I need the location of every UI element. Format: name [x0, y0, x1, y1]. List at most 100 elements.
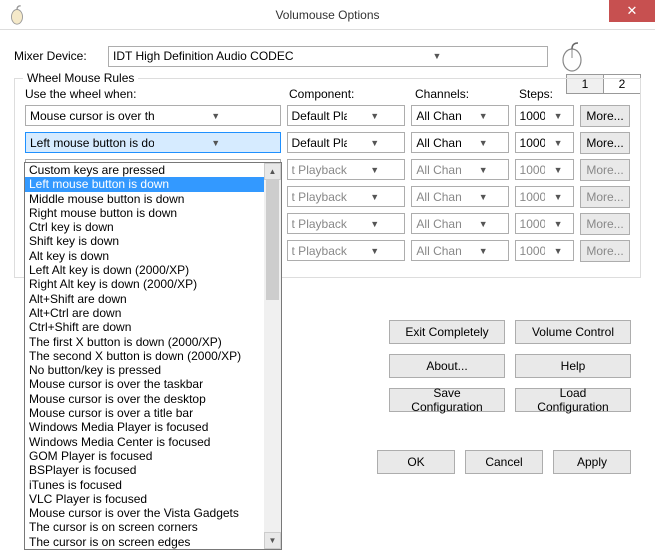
apply-button[interactable]: Apply	[553, 450, 631, 474]
steps-combo[interactable]: 1000▼	[515, 132, 574, 153]
help-button[interactable]: Help	[515, 354, 631, 378]
chevron-down-icon: ▼	[461, 246, 506, 256]
scroll-up-icon[interactable]: ▲	[264, 163, 281, 180]
more-button[interactable]: More...	[580, 105, 630, 127]
chevron-down-icon: ▼	[545, 138, 571, 148]
dropdown-item[interactable]: The cursor is on screen corners	[25, 520, 264, 534]
dropdown-item[interactable]: Left Alt key is down (2000/XP)	[25, 263, 264, 277]
steps-combo[interactable]: 1000▼	[515, 186, 574, 207]
combo-value: 1000	[520, 190, 546, 204]
dropdown-item[interactable]: BSPlayer is focused	[25, 463, 264, 477]
dropdown-item[interactable]: Alt+Ctrl are down	[25, 306, 264, 320]
dropdown-item[interactable]: VLC Player is focused	[25, 492, 264, 506]
volume-control-button[interactable]: Volume Control	[515, 320, 631, 344]
dropdown-item[interactable]: The cursor is on screen edges	[25, 535, 264, 549]
chevron-down-icon: ▼	[329, 51, 545, 61]
combo-value: 1000	[520, 109, 546, 123]
more-button[interactable]: More...	[580, 240, 630, 262]
header-channels: Channels:	[415, 87, 513, 101]
fieldset-label: Wheel Mouse Rules	[23, 71, 138, 85]
steps-combo[interactable]: 1000▼	[515, 159, 574, 180]
combo-value: t Playback	[292, 163, 347, 177]
dropdown-item[interactable]: Windows Media Center is focused	[25, 435, 264, 449]
about-button[interactable]: About...	[389, 354, 505, 378]
component-combo[interactable]: Default Playback▼	[287, 132, 406, 153]
combo-value: Left mouse button is down	[30, 136, 154, 150]
close-button[interactable]: ✕	[609, 0, 655, 22]
steps-combo[interactable]: 1000▼	[515, 213, 574, 234]
dropdown-item[interactable]: Middle mouse button is down	[25, 192, 264, 206]
component-combo[interactable]: t Playback▼	[287, 186, 406, 207]
channels-combo[interactable]: All Channels▼	[411, 132, 508, 153]
dropdown-scrollbar[interactable]: ▲ ▼	[264, 163, 281, 549]
dropdown-item[interactable]: Mouse cursor is over the Vista Gadgets	[25, 506, 264, 520]
wheel-condition-combo[interactable]: Mouse cursor is over the taskbar▼	[25, 105, 281, 126]
dropdown-item[interactable]: Mouse cursor is over a title bar	[25, 406, 264, 420]
app-icon	[6, 4, 28, 26]
channels-combo[interactable]: All Channels▼	[411, 240, 508, 261]
titlebar: Volumouse Options ✕	[0, 0, 655, 30]
footer-buttons: OK Cancel Apply	[377, 450, 631, 474]
dropdown-item[interactable]: Alt+Shift are down	[25, 292, 264, 306]
dropdown-item[interactable]: Use hot-keys instead of mouse wheel	[25, 549, 264, 550]
more-button[interactable]: More...	[580, 159, 630, 181]
scroll-down-icon[interactable]: ▼	[264, 532, 281, 549]
component-combo[interactable]: Default Playback▼	[287, 105, 406, 126]
channels-combo[interactable]: All Channels▼	[411, 105, 508, 126]
ok-button[interactable]: OK	[377, 450, 455, 474]
chevron-down-icon: ▼	[347, 219, 402, 229]
dropdown-item[interactable]: Alt key is down	[25, 249, 264, 263]
dropdown-item[interactable]: Windows Media Player is focused	[25, 420, 264, 434]
combo-value: All Channels	[416, 190, 461, 204]
dropdown-item[interactable]: GOM Player is focused	[25, 449, 264, 463]
combo-value: 1000	[520, 217, 546, 231]
component-combo[interactable]: t Playback▼	[287, 159, 406, 180]
dropdown-item[interactable]: Shift key is down	[25, 234, 264, 248]
combo-value: 1000	[520, 163, 546, 177]
dropdown-item[interactable]: Mouse cursor is over the desktop	[25, 392, 264, 406]
cancel-button[interactable]: Cancel	[465, 450, 543, 474]
dropdown-item[interactable]: Left mouse button is down	[25, 177, 264, 191]
dropdown-item[interactable]: Right mouse button is down	[25, 206, 264, 220]
steps-combo[interactable]: 1000▼	[515, 105, 574, 126]
dropdown-item[interactable]: Mouse cursor is over the taskbar	[25, 377, 264, 391]
combo-value: All Channels	[416, 109, 461, 123]
rule-row: Mouse cursor is over the taskbar▼ Default…	[25, 105, 630, 127]
dropdown-item[interactable]: iTunes is focused	[25, 478, 264, 492]
dropdown-item[interactable]: The second X button is down (2000/XP)	[25, 349, 264, 363]
mixer-label: Mixer Device:	[14, 49, 100, 63]
exit-button[interactable]: Exit Completely	[389, 320, 505, 344]
dropdown-item[interactable]: No button/key is pressed	[25, 363, 264, 377]
header-wheel: Use the wheel when:	[25, 87, 283, 101]
chevron-down-icon: ▼	[545, 219, 571, 229]
dropdown-item[interactable]: Ctrl key is down	[25, 220, 264, 234]
dropdown-item[interactable]: Custom keys are pressed	[25, 163, 264, 177]
scroll-thumb[interactable]	[266, 180, 279, 300]
channels-combo[interactable]: All Channels▼	[411, 213, 508, 234]
dropdown-item[interactable]: The first X button is down (2000/XP)	[25, 335, 264, 349]
dropdown-item[interactable]: Right Alt key is down (2000/XP)	[25, 277, 264, 291]
component-combo[interactable]: t Playback▼	[287, 213, 406, 234]
dropdown-item[interactable]: Ctrl+Shift are down	[25, 320, 264, 334]
channels-combo[interactable]: All Channels▼	[411, 159, 508, 180]
more-button[interactable]: More...	[580, 132, 630, 154]
component-combo[interactable]: t Playback▼	[287, 240, 406, 261]
combo-value: All Channels	[416, 217, 461, 231]
wheel-condition-combo[interactable]: Left mouse button is down▼	[25, 132, 281, 153]
chevron-down-icon: ▼	[154, 138, 278, 148]
more-button[interactable]: More...	[580, 213, 630, 235]
chevron-down-icon: ▼	[461, 138, 506, 148]
chevron-down-icon: ▼	[154, 111, 278, 121]
wheel-condition-dropdown[interactable]: Custom keys are pressedLeft mouse button…	[24, 162, 282, 550]
mixer-device-combo[interactable]: IDT High Definition Audio CODEC ▼	[108, 46, 548, 67]
chevron-down-icon: ▼	[347, 111, 402, 121]
chevron-down-icon: ▼	[545, 165, 571, 175]
steps-combo[interactable]: 1000▼	[515, 240, 574, 261]
chevron-down-icon: ▼	[545, 246, 571, 256]
chevron-down-icon: ▼	[347, 138, 402, 148]
more-button[interactable]: More...	[580, 186, 630, 208]
save-config-button[interactable]: Save Configuration	[389, 388, 505, 412]
load-config-button[interactable]: Load Configuration	[515, 388, 631, 412]
combo-value: 1000	[520, 136, 546, 150]
channels-combo[interactable]: All Channels▼	[411, 186, 508, 207]
